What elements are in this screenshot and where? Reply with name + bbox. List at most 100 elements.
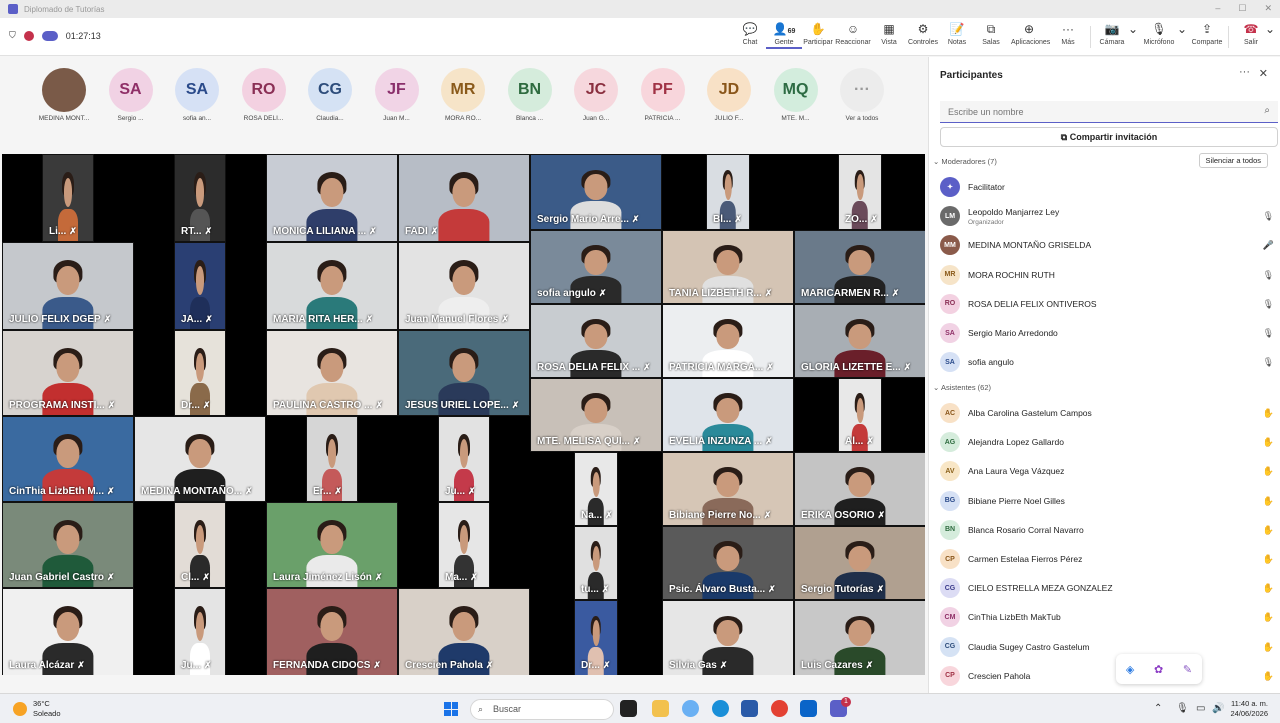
video-tile[interactable]: ZO... ✗ [838, 154, 882, 230]
video-tile[interactable]: Dr... ✗ [574, 600, 618, 675]
participant-row[interactable]: AV Ana Laura Vega Vázquez ✋ [940, 457, 1278, 485]
mic-status-icon[interactable]: 🎙 [1263, 299, 1274, 310]
participant-avatar[interactable]: ··· [840, 68, 884, 112]
raise-hand-icon[interactable]: ✋ [1263, 642, 1274, 653]
video-tile[interactable]: RT... ✗ [174, 154, 226, 242]
participant-row[interactable]: CG CIELO ESTRELLA MEZA GONZALEZ ✋ [940, 574, 1278, 602]
video-tile[interactable]: MARIA RITA HER... ✗ [266, 242, 398, 330]
raise-hand-icon[interactable]: ✋ [1263, 554, 1274, 565]
participant-row[interactable]: CG Claudia Sugey Castro Gastelum ✋ [940, 633, 1278, 661]
participant-row[interactable]: BN Blanca Rosario Corral Navarro ✋ [940, 516, 1278, 544]
video-tile[interactable]: Psic. Álvaro Busta... ✗ [662, 526, 794, 600]
participant-row[interactable]: ✦ Facilitator [940, 173, 1278, 201]
video-tile[interactable]: Sergio Tutorías ✗ [794, 526, 925, 600]
participant-row[interactable]: AC Alba Carolina Gastelum Campos ✋ [940, 399, 1278, 427]
participant-avatar[interactable]: JD [707, 68, 751, 112]
notes-button[interactable]: 📝 Notas [939, 22, 975, 46]
pen-icon[interactable]: ✎ [1183, 663, 1192, 676]
rooms-button[interactable]: ⧉ Salas [973, 22, 1009, 46]
view-button[interactable]: ▦ Vista [871, 22, 907, 46]
video-tile[interactable]: JESUS URIEL LOPE... ✗ [398, 330, 530, 416]
video-tile[interactable]: Sergio Mario Arre... ✗ [530, 154, 662, 230]
participant-search-input[interactable] [940, 101, 1278, 123]
mic-button[interactable]: 🎙 Micrófono [1141, 22, 1177, 46]
participant-avatar[interactable] [42, 68, 86, 112]
participant-avatar[interactable]: MR [441, 68, 485, 112]
video-tile[interactable]: EVELIA INZUNZA ... ✗ [662, 378, 794, 452]
video-tile[interactable]: Laura Jiménez Lisón ✗ [266, 502, 398, 588]
participant-avatar[interactable]: SA [108, 68, 153, 112]
participant-avatar[interactable]: SA [175, 68, 219, 112]
participant-row[interactable]: SA sofia angulo 🎙 [940, 348, 1278, 376]
attendees-section-header[interactable]: ⌄ Asistentes (62) [933, 383, 991, 392]
minimize-icon[interactable]: – [1215, 3, 1220, 14]
share-button[interactable]: ⇪ Comparte [1189, 22, 1225, 46]
video-tile[interactable]: JA... ✗ [174, 242, 226, 330]
video-tile[interactable]: FADI ✗ [398, 154, 530, 242]
mic-muted-icon[interactable]: 🎙 [1176, 703, 1189, 714]
participant-row[interactable]: CP Crescien Pahola ✋ [940, 662, 1278, 690]
participant-row[interactable]: MR MORA ROCHIN RUTH 🎙 [940, 261, 1278, 289]
video-tile[interactable]: TANIA LIZBETH R... ✗ [662, 230, 794, 304]
copilot-icon[interactable] [41, 30, 58, 41]
video-tile[interactable]: Silvia Gas ✗ [662, 600, 794, 675]
mic-status-icon[interactable]: 🎙 [1263, 328, 1274, 339]
participant-row[interactable]: LM Leopoldo Manjarrez Ley Organizador 🎙 [940, 202, 1278, 230]
camera-button[interactable]: 📷 Cámara [1094, 22, 1130, 46]
react-button[interactable]: ☺ Reaccionar [835, 22, 871, 46]
mic-options-button[interactable]: ⌄ [1176, 22, 1188, 37]
raise-hand-icon[interactable]: ✋ [1263, 583, 1274, 594]
weather-widget[interactable]: 36°C Soleado [13, 699, 61, 719]
video-tile[interactable]: Dr... ✗ [174, 330, 226, 416]
raise-hand-icon[interactable]: ✋ [1263, 525, 1274, 536]
video-tile[interactable]: ERIKA OSORIO ✗ [794, 452, 925, 526]
video-tile[interactable]: Er... ✗ [306, 416, 358, 502]
video-tile[interactable]: FERNANDA CIDOCS ✗ [266, 588, 398, 675]
apps-button[interactable]: ⊕ Aplicaciones [1011, 22, 1050, 46]
participant-row[interactable]: RO ROSA DELIA FELIX ONTIVEROS 🎙 [940, 290, 1278, 318]
copilot-app-icon[interactable] [682, 700, 699, 717]
file-explorer-icon[interactable] [652, 700, 669, 717]
raise-hand-icon[interactable]: ✋ [1263, 437, 1274, 448]
participant-avatar[interactable]: JF [374, 68, 419, 112]
video-tile[interactable]: PATRICIA MARGA... ✗ [662, 304, 794, 378]
video-tile[interactable]: Ma... ✗ [438, 502, 490, 588]
video-tile[interactable]: tu... ✗ [574, 526, 618, 600]
video-tile[interactable]: Ju... ✗ [174, 588, 226, 675]
loop-icon[interactable]: ✿ [1154, 663, 1163, 676]
video-tile[interactable]: PAULINA CASTRO ... ✗ [266, 330, 398, 416]
video-tile[interactable]: PROGRAMA INSTI... ✗ [2, 330, 134, 416]
video-tile[interactable]: MEDINA MONTAÑO... ✗ [134, 416, 266, 502]
store-icon[interactable] [741, 700, 758, 717]
mic-status-icon[interactable]: 🎤 [1263, 240, 1274, 251]
outlook-icon[interactable] [800, 700, 817, 717]
video-tile[interactable]: JULIO FELIX DGEP ✗ [2, 242, 134, 330]
raise-hand-button[interactable]: ✋ Participar [800, 22, 836, 46]
mic-status-icon[interactable]: 🎙 [1263, 357, 1274, 368]
participant-avatar[interactable]: JC [574, 68, 618, 112]
chevron-up-icon[interactable]: ⌃ [1154, 703, 1162, 714]
video-tile[interactable]: CinThia LizbEth M... ✗ [2, 416, 134, 502]
raise-hand-icon[interactable]: ✋ [1263, 671, 1274, 682]
system-clock[interactable]: 11:40 a. m. 24/06/2026 [1230, 699, 1268, 719]
video-tile[interactable]: Bibiane Pierre No... ✗ [662, 452, 794, 526]
participant-row[interactable]: CP Carmen Estelaa Fierros Pérez ✋ [940, 545, 1278, 573]
display-icon[interactable]: ▭ [1196, 703, 1205, 714]
video-tile[interactable]: ROSA DELIA FELIX ... ✗ [530, 304, 662, 378]
edge-icon[interactable] [712, 700, 729, 717]
participant-row[interactable]: AG Alejandra Lopez Gallardo ✋ [940, 428, 1278, 456]
video-tile[interactable]: Ju... ✗ [438, 416, 490, 502]
moderators-section-header[interactable]: ⌄ Moderadores (7) [933, 157, 997, 166]
more-button[interactable]: ··· Más [1050, 22, 1086, 46]
participant-row[interactable]: MM MEDINA MONTAÑO GRISELDA 🎤 [940, 231, 1278, 259]
controls-button[interactable]: ⚙ Controles [905, 22, 941, 46]
video-tile[interactable]: Juan Manuel Flores ✗ [398, 242, 530, 330]
raise-hand-icon[interactable]: ✋ [1263, 408, 1274, 419]
shield-icon[interactable]: ⛉ [9, 30, 16, 41]
video-tile[interactable]: Cl... ✗ [174, 502, 226, 588]
maximize-icon[interactable]: ☐ [1238, 3, 1246, 14]
participant-avatar[interactable]: MQ [773, 68, 818, 112]
video-tile[interactable]: MTE. MELISA QUI... ✗ [530, 378, 662, 452]
video-tile[interactable]: Li... ✗ [42, 154, 94, 242]
people-button[interactable]: 👤69 Gente [766, 22, 802, 49]
